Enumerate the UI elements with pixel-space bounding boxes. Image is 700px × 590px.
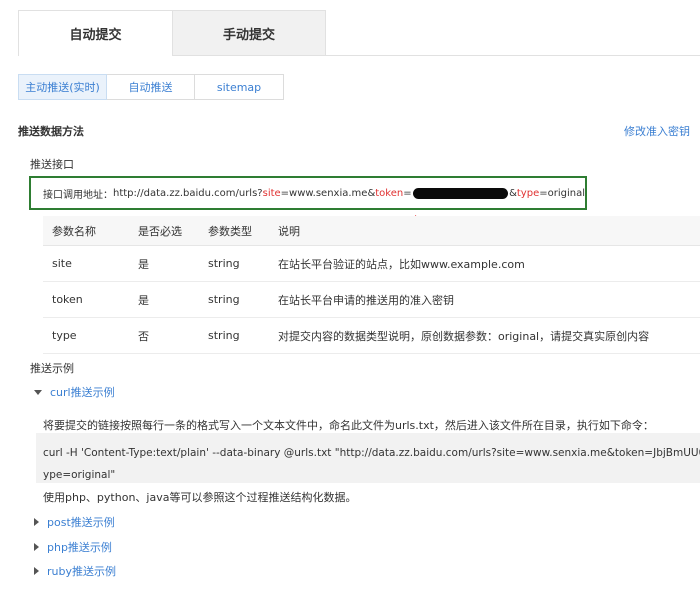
push-examples-heading: 推送示例 [30,362,74,375]
curl-instruction: 将要提交的链接按照每行一条的格式写入一个文本文件中，命名此文件为urls.txt… [43,419,654,432]
section-title: 推送数据方法 [18,125,84,138]
cell-name: token [52,293,83,306]
table-row: token 是 string 在站长平台申请的推送用的准入密钥 [43,282,700,318]
token-redaction [412,187,509,199]
ruby-example-label: ruby推送示例 [47,565,116,578]
main-tabs: 自动提交 手动提交 [18,10,326,56]
url-site-value: =www.senxia.me& [280,187,376,199]
url-prefix: http://data.zz.baidu.com/urls? [113,187,263,199]
table-row: site 是 string 在站长平台验证的站点，比如www.example.c… [43,246,700,282]
col-header-required: 是否必选 [138,224,182,238]
url-param-type: type [516,187,540,199]
cell-desc: 在站长平台申请的推送用的准入密钥 [278,293,454,307]
subtab-sitemap[interactable]: sitemap [194,74,284,100]
caret-right-icon [34,543,39,551]
structured-data-note: 使用php、python、java等可以参照这个过程推送结构化数据。 [43,491,357,504]
col-header-type: 参数类型 [208,224,252,238]
api-url-box: 接口调用地址： http://data.zz.baidu.com/urls? s… [29,176,587,210]
tab-manual-submit[interactable]: 手动提交 [172,10,326,56]
modify-token-link[interactable]: 修改准入密钥 [624,123,690,139]
table-row: type 否 string 对提交内容的数据类型说明，原创数据参数：origin… [43,318,700,354]
cell-type: string [208,329,240,342]
php-example-label: php推送示例 [47,541,112,554]
param-table: 参数名称 是否必选 参数类型 说明 site 是 string 在站长平台验证的… [43,216,700,354]
cell-desc: 对提交内容的数据类型说明，原创数据参数：original，请提交真实原创内容 [278,329,650,343]
cell-required: 否 [138,329,149,343]
ruby-example-toggle[interactable]: ruby推送示例 [34,563,116,579]
cell-type: string [208,257,240,270]
php-example-toggle[interactable]: php推送示例 [34,539,112,555]
subtab-active-push[interactable]: 主动推送(实时) [18,74,107,100]
col-header-name: 参数名称 [52,224,96,238]
post-example-toggle[interactable]: post推送示例 [34,514,115,530]
tab-auto-submit[interactable]: 自动提交 [18,10,172,56]
subtab-auto-push[interactable]: 自动推送 [106,74,195,100]
col-header-desc: 说明 [278,224,300,238]
caret-right-icon [34,567,39,575]
url-amp: & [509,187,517,199]
cell-required: 是 [138,257,149,271]
url-param-token: token [375,187,404,199]
cell-desc: 在站长平台验证的站点，比如www.example.com [278,257,525,271]
curl-example-label: curl推送示例 [50,386,115,399]
table-header: 参数名称 是否必选 参数类型 说明 [43,216,700,246]
cell-name: type [52,329,77,342]
cell-name: site [52,257,72,270]
url-label: 接口调用地址： [43,189,113,201]
cell-type: string [208,293,240,306]
curl-code-block: curl -H 'Content-Type:text/plain' --data… [36,433,700,483]
cell-required: 是 [138,293,149,307]
url-param-site: site [262,187,281,199]
caret-right-icon [34,518,39,526]
sub-tabs: 主动推送(实时) 自动推送 sitemap [18,74,284,100]
tab-divider [172,55,700,56]
curl-example-toggle[interactable]: curl推送示例 [34,384,115,400]
code-line: curl -H 'Content-Type:text/plain' --data… [43,447,700,459]
caret-down-icon [34,389,42,395]
url-type-value: =original [539,187,585,199]
url-eq: = [403,187,412,199]
push-interface-heading: 推送接口 [30,158,74,171]
post-example-label: post推送示例 [47,516,115,529]
code-line: ype=original" [43,469,116,481]
